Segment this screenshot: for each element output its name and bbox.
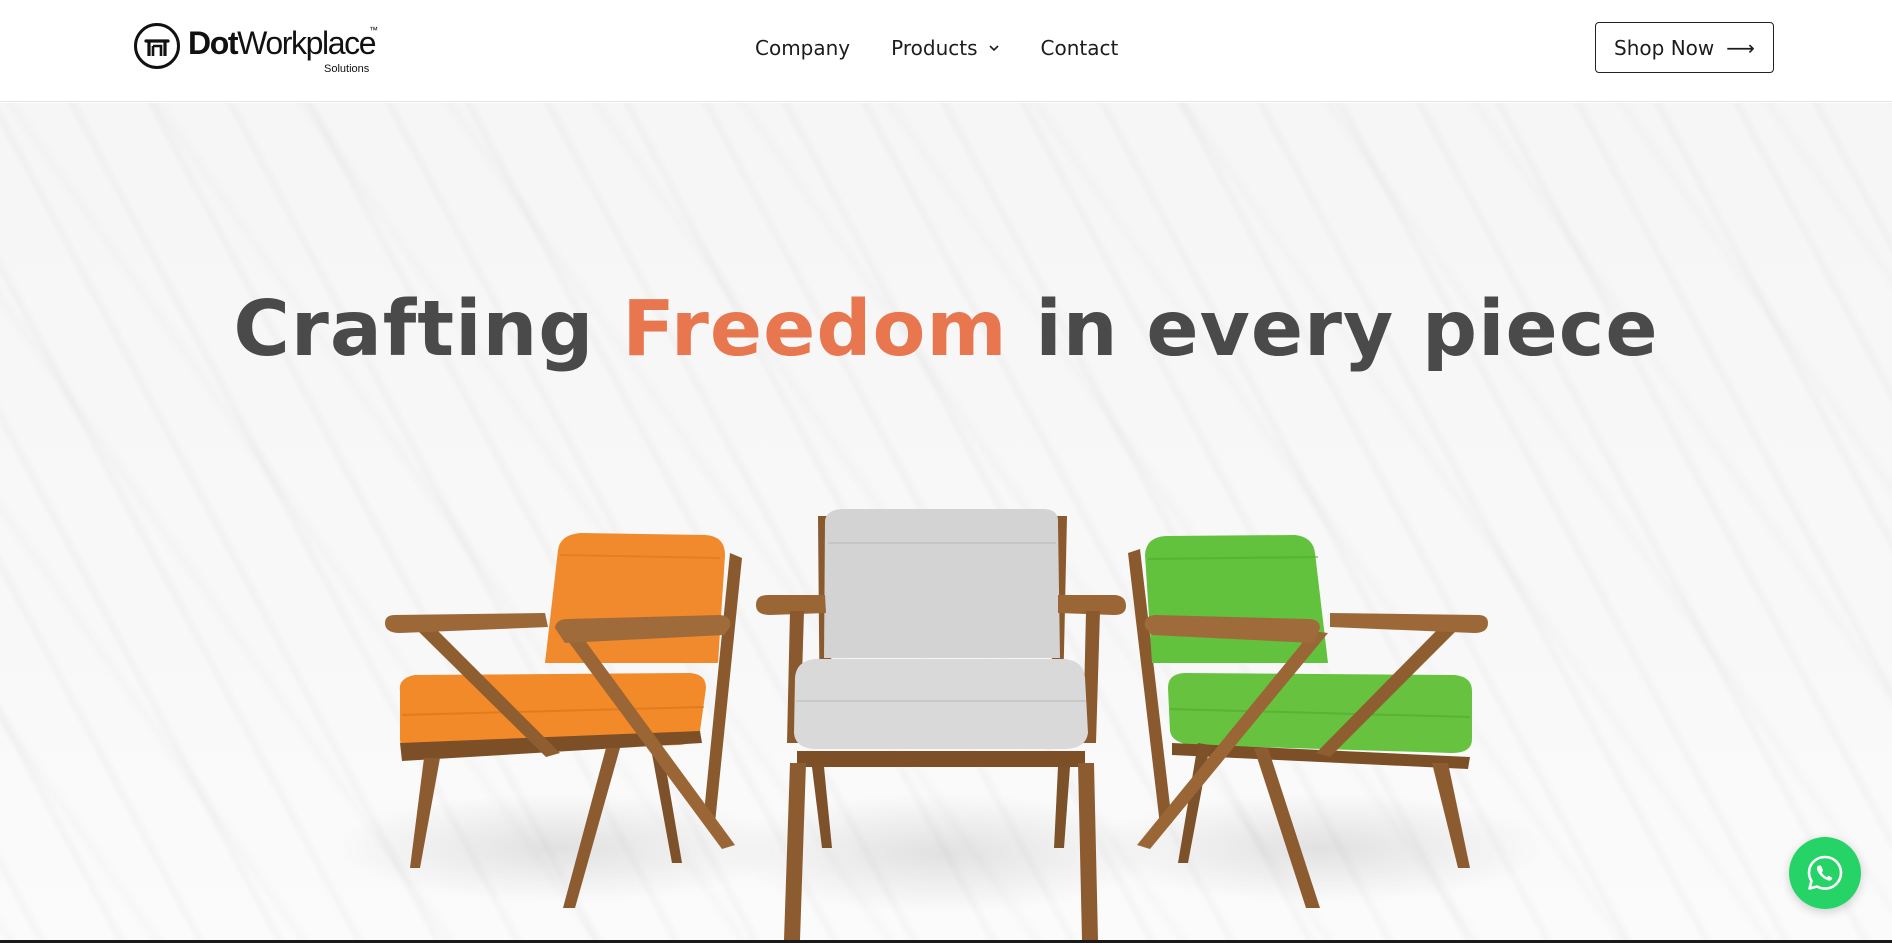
whatsapp-chat-button[interactable] (1789, 837, 1861, 909)
nav-products-label: Products (891, 36, 978, 60)
nav-contact[interactable]: Contact (1041, 36, 1119, 60)
hero-banner: Crafting Freedom in every piece (0, 103, 1892, 940)
arrow-right-icon: ⟶ (1726, 35, 1755, 60)
shop-now-button[interactable]: Shop Now ⟶ (1595, 22, 1774, 73)
brand-wordmark: DotWorkplace (188, 25, 377, 61)
nav-company[interactable]: Company (755, 36, 850, 60)
whatsapp-icon (1807, 855, 1843, 890)
main-nav: Company Products Contact (755, 36, 1118, 60)
nav-products[interactable]: Products (891, 36, 999, 60)
logo-mark-icon (134, 23, 180, 69)
chevron-down-icon (988, 45, 999, 52)
nav-contact-label: Contact (1040, 36, 1119, 60)
shop-now-label: Shop Now (1614, 35, 1715, 60)
brand-tagline: Solutions (324, 63, 370, 75)
brand-name-regular: Workplace (237, 25, 376, 61)
brand-name-bold: Dot (188, 25, 239, 61)
brand-trademark: ™ (369, 25, 378, 35)
nav-company-label: Company (755, 36, 851, 60)
site-header: DotWorkplace ™ Solutions Company Product… (0, 0, 1892, 102)
chairs-illustration (330, 509, 1550, 940)
brand-logo[interactable]: DotWorkplace ™ Solutions (133, 22, 393, 78)
